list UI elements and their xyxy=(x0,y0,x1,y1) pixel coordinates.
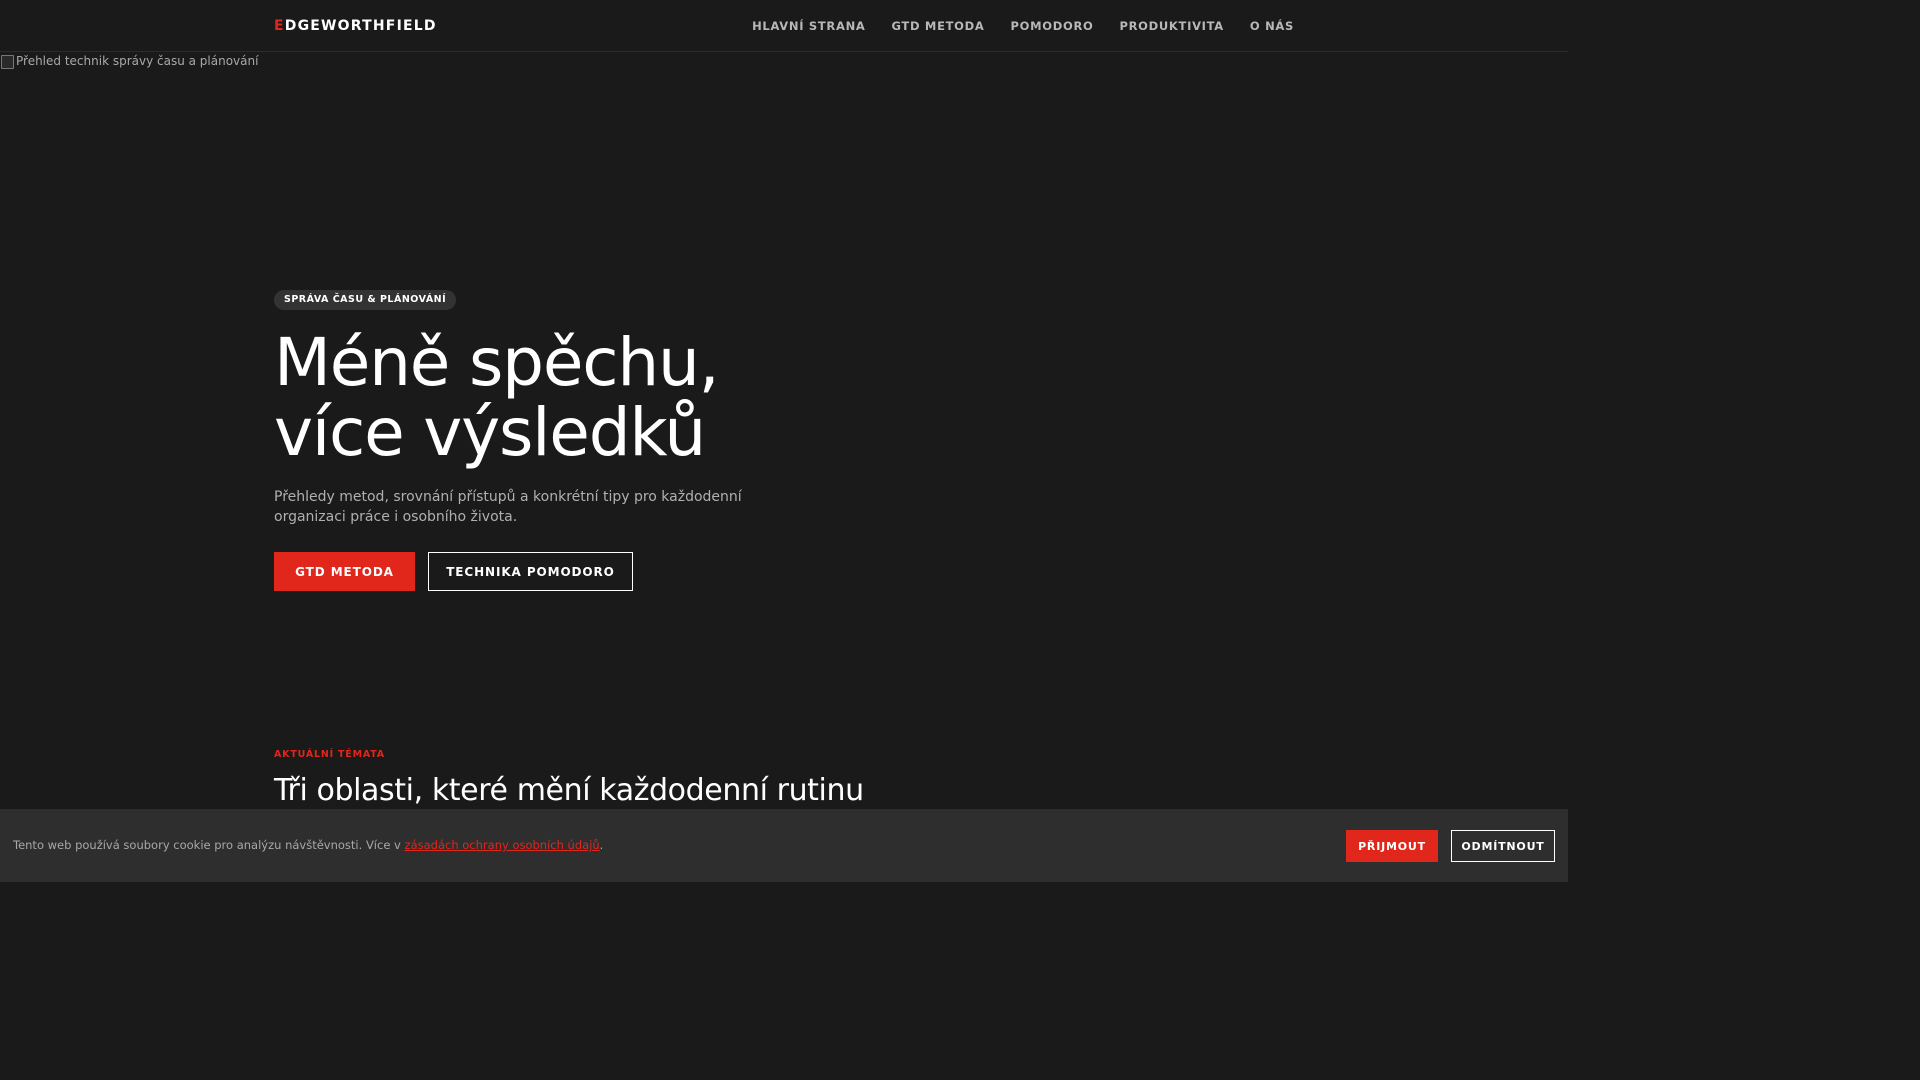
logo-text: DGEWORTHFIELD xyxy=(284,18,437,34)
nav-item-gtd[interactable]: GTD METODA xyxy=(892,19,985,33)
nav-item-about[interactable]: O NÁS xyxy=(1250,19,1294,33)
cookie-accept-button[interactable]: PŘIJMOUT xyxy=(1346,830,1438,862)
gtd-method-button[interactable]: GTD METODA xyxy=(274,552,415,591)
cookie-text: Tento web používá soubory cookie pro ana… xyxy=(13,838,603,852)
pomodoro-technique-button[interactable]: TECHNIKA POMODORO xyxy=(428,552,633,591)
broken-image-icon xyxy=(0,53,14,69)
cookie-text-after: . xyxy=(599,838,604,852)
privacy-policy-link[interactable]: zásadách ochrany osobních údajů xyxy=(405,838,600,852)
site-logo[interactable]: EDGEWORTHFIELD xyxy=(274,17,437,35)
cookie-banner: Tento web používá soubory cookie pro ana… xyxy=(0,809,1568,882)
section-title: Tři oblasti, které mění každodenní rutin… xyxy=(274,773,864,808)
hero-image-alt-text: Přehled technik správy času a plánování xyxy=(16,54,259,68)
main-nav: HLAVNÍ STRANA GTD METODA POMODORO PRODUK… xyxy=(752,19,1294,33)
section-eyebrow: AKTUÁLNÍ TÉMATA xyxy=(274,749,385,760)
hero-title-line1: Méně spěchu, xyxy=(274,324,720,401)
hero-title: Méně spěchu, více výsledků xyxy=(274,328,894,468)
hero-title-line2: více výsledků xyxy=(274,394,706,471)
nav-item-home[interactable]: HLAVNÍ STRANA xyxy=(752,19,865,33)
hero-image: Přehled technik správy času a plánování xyxy=(0,53,258,69)
site-header: EDGEWORTHFIELD HLAVNÍ STRANA GTD METODA … xyxy=(0,0,1568,52)
hero-badge: SPRÁVA ČASU & PLÁNOVÁNÍ xyxy=(274,290,457,310)
cookie-text-before: Tento web používá soubory cookie pro ana… xyxy=(13,838,405,852)
hero-subtitle: Přehledy metod, srovnání přístupů a konk… xyxy=(274,489,742,525)
nav-item-pomodoro[interactable]: POMODORO xyxy=(1011,19,1094,33)
nav-item-productivity[interactable]: PRODUKTIVITA xyxy=(1119,19,1223,33)
logo-accent-letter: E xyxy=(274,18,285,34)
cookie-decline-button[interactable]: ODMÍTNOUT xyxy=(1451,830,1555,862)
